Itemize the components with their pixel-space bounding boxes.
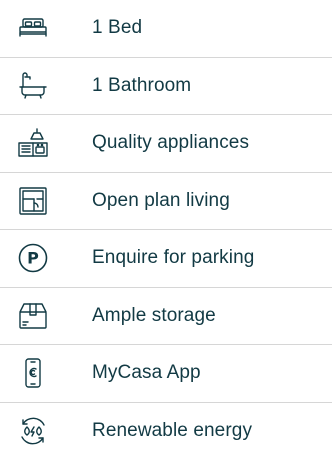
feature-label: Open plan living (92, 189, 230, 211)
feature-label: 1 Bed (92, 17, 143, 39)
feature-label: Ample storage (92, 304, 216, 326)
renewable-energy-icon (13, 415, 53, 447)
smartphone-app-icon (13, 357, 53, 389)
feature-label: Renewable energy (92, 420, 253, 442)
parking-icon-letter: P (27, 249, 39, 268)
feature-row-app: MyCasa App (0, 345, 332, 403)
feature-row-open-plan: Open plan living (0, 173, 332, 230)
feature-label: Enquire for parking (92, 247, 255, 269)
parking-icon: P (13, 242, 53, 274)
feature-row-appliances: Quality appliances (0, 115, 332, 173)
bed-icon (13, 12, 53, 44)
feature-row-parking: P Enquire for parking (0, 230, 332, 288)
feature-row-bed: 1 Bed (0, 0, 332, 58)
feature-label: MyCasa App (92, 362, 201, 384)
feature-row-bathroom: 1 Bathroom (0, 58, 332, 115)
feature-row-energy: Renewable energy (0, 403, 332, 460)
feature-label: Quality appliances (92, 132, 250, 154)
kitchen-appliances-icon (13, 127, 53, 159)
features-list: 1 Bed 1 Bathroom Quality appliances Open… (0, 0, 332, 460)
storage-box-icon (13, 300, 53, 332)
feature-label: 1 Bathroom (92, 74, 192, 96)
bathtub-icon (13, 70, 53, 102)
feature-row-storage: Ample storage (0, 288, 332, 345)
floor-plan-icon (13, 185, 53, 217)
